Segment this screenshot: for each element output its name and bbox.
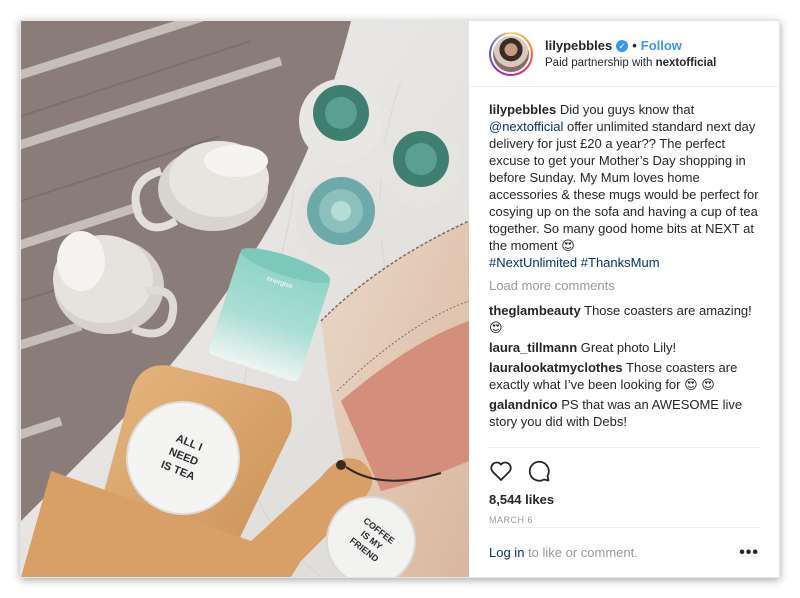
hashtag-nextunlimited[interactable]: #NextUnlimited bbox=[489, 255, 577, 270]
post-actions: 8,544 likes MARCH 6 bbox=[489, 447, 759, 525]
post-footer: Log in to like or comment. ••• bbox=[489, 527, 759, 577]
likes-count[interactable]: 8,544 likes bbox=[489, 492, 759, 507]
comment-text: Great photo Lily! bbox=[577, 340, 677, 355]
caption-text-2: offer unlimited standard next day delive… bbox=[489, 119, 759, 253]
more-options-icon[interactable]: ••• bbox=[739, 544, 759, 562]
post-header: lilypebbles ✓ • Follow Paid partnership … bbox=[469, 21, 779, 87]
hashtag-thanksmum[interactable]: #ThanksMum bbox=[581, 255, 660, 270]
post-photo[interactable]: energise ALL I NEED IS TEA COFFEE IS MY … bbox=[21, 21, 469, 577]
comment: laura_tillmann Great photo Lily! bbox=[489, 339, 759, 356]
login-prompt-text: to like or comment. bbox=[524, 545, 638, 560]
avatar[interactable] bbox=[489, 31, 533, 76]
follow-button[interactable]: Follow bbox=[641, 38, 682, 53]
header-username[interactable]: lilypebbles bbox=[545, 38, 612, 53]
comment-icon[interactable] bbox=[527, 459, 551, 483]
login-link[interactable]: Log in bbox=[489, 545, 524, 560]
instagram-post: energise ALL I NEED IS TEA COFFEE IS MY … bbox=[20, 20, 780, 578]
post-caption: lilypebbles Did you guys know that @next… bbox=[489, 101, 759, 271]
paid-partnership: Paid partnership with nextofficial bbox=[545, 57, 716, 69]
partner-link[interactable]: nextofficial bbox=[656, 57, 717, 69]
post-date: MARCH 6 bbox=[489, 515, 534, 525]
partnership-prefix: Paid partnership with bbox=[545, 57, 656, 69]
comments-section: lilypebbles Did you guys know that @next… bbox=[469, 87, 779, 443]
caption-username[interactable]: lilypebbles bbox=[489, 102, 556, 117]
caption-text-1: Did you guys know that bbox=[556, 102, 695, 117]
login-prompt: Log in to like or comment. bbox=[489, 545, 638, 560]
caption-mention[interactable]: @nextofficial bbox=[489, 119, 563, 134]
verified-badge-icon: ✓ bbox=[616, 39, 629, 52]
comment-username[interactable]: theglambeauty bbox=[489, 303, 581, 318]
comment: lauralookatmyclothes Those coasters are … bbox=[489, 359, 759, 393]
coaster-tea: ALL I NEED IS TEA bbox=[126, 401, 240, 515]
load-more-comments[interactable]: Load more comments bbox=[489, 277, 759, 294]
comment: galandnico PS that was an AWESOME live s… bbox=[489, 396, 759, 430]
comment-username[interactable]: galandnico bbox=[489, 397, 558, 412]
heart-icon[interactable] bbox=[489, 460, 513, 482]
header-text: lilypebbles ✓ • Follow Paid partnership … bbox=[545, 38, 716, 69]
comment-username[interactable]: lauralookatmyclothes bbox=[489, 360, 623, 375]
coaster-coffee: COFFEE IS MY FRIEND bbox=[326, 496, 416, 577]
post-side-panel: lilypebbles ✓ • Follow Paid partnership … bbox=[469, 21, 779, 577]
flatlay-image: energise ALL I NEED IS TEA COFFEE IS MY … bbox=[21, 21, 469, 577]
header-separator: • bbox=[632, 38, 637, 53]
avatar-image bbox=[491, 33, 531, 74]
comment-username[interactable]: laura_tillmann bbox=[489, 340, 577, 355]
header-row: lilypebbles ✓ • Follow bbox=[545, 38, 716, 53]
action-icons bbox=[489, 458, 759, 484]
comment: theglambeauty Those coasters are amazing… bbox=[489, 302, 759, 336]
